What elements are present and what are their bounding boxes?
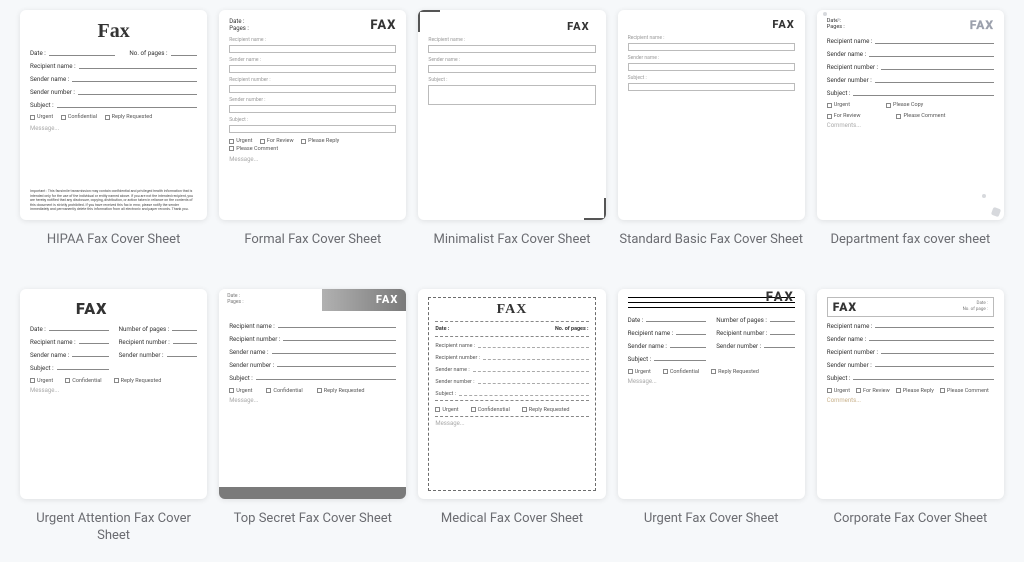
template-title: Standard Basic Fax Cover Sheet xyxy=(619,232,803,249)
template-item-urgent[interactable]: FAX Date : Recipient name : Sender name … xyxy=(618,289,805,545)
template-title: Minimalist Fax Cover Sheet xyxy=(434,232,591,249)
template-grid: Fax Date :No. of pages : Recipient name … xyxy=(20,10,1004,545)
template-preview: Date :Pages : FAX Recipient name : Sende… xyxy=(817,10,1004,220)
fax-logo: FAX xyxy=(833,300,857,314)
hipaa-disclaimer: Important : This facsimile transmission … xyxy=(30,189,197,212)
template-item-formal[interactable]: Date :Pages : FAX Recipient name : Sende… xyxy=(219,10,406,249)
template-preview: Date :Pages : FAX Recipient name : Recip… xyxy=(219,289,406,499)
template-item-top-secret[interactable]: Date :Pages : FAX Recipient name : Recip… xyxy=(219,289,406,545)
template-title: Top Secret Fax Cover Sheet xyxy=(234,511,392,528)
template-preview: Date :Pages : FAX Recipient name : Sende… xyxy=(219,10,406,220)
fax-logo: FAX xyxy=(76,299,197,318)
template-preview: FAX Recipient name : Sender name : Subje… xyxy=(618,10,805,220)
template-item-minimalist[interactable]: FAX Recipient name : Sender name : Subje… xyxy=(418,10,605,249)
template-item-department[interactable]: Date :Pages : FAX Recipient name : Sende… xyxy=(817,10,1004,249)
fax-logo: FAX xyxy=(370,18,396,33)
template-title: Formal Fax Cover Sheet xyxy=(244,232,381,249)
template-title: Medical Fax Cover Sheet xyxy=(441,511,583,528)
template-preview: FAX Date :No. of page : Recipient name :… xyxy=(817,289,1004,499)
fax-logo: FAX xyxy=(428,20,589,33)
fax-logo: FAX xyxy=(970,18,994,32)
template-preview: FAX Date : Recipient name : Sender name … xyxy=(618,289,805,499)
template-title: Department fax cover sheet xyxy=(831,232,991,249)
template-item-standard[interactable]: FAX Recipient name : Sender name : Subje… xyxy=(618,10,805,249)
template-title: Corporate Fax Cover Sheet xyxy=(834,511,988,528)
footer-bar xyxy=(219,487,406,499)
fax-logo: FAX xyxy=(435,302,588,318)
corner-decoration xyxy=(418,10,440,32)
template-item-corporate[interactable]: FAX Date :No. of page : Recipient name :… xyxy=(817,289,1004,545)
template-title: HIPAA Fax Cover Sheet xyxy=(47,232,180,249)
template-item-hipaa[interactable]: Fax Date :No. of pages : Recipient name … xyxy=(20,10,207,249)
template-preview: FAX Date :No. of pages : Recipient name … xyxy=(418,289,605,499)
template-item-urgent-attention[interactable]: FAX Date : Recipient name : Sender name … xyxy=(20,289,207,545)
fax-logo: Fax xyxy=(30,20,197,43)
fax-logo: FAX xyxy=(628,18,795,31)
fax-logo: FAX xyxy=(219,289,406,311)
template-preview: FAX Date : Recipient name : Sender name … xyxy=(20,289,207,499)
template-title: Urgent Fax Cover Sheet xyxy=(644,511,779,528)
fax-logo: FAX xyxy=(628,290,795,305)
template-title: Urgent Attention Fax Cover Sheet xyxy=(20,511,207,545)
template-item-medical[interactable]: FAX Date :No. of pages : Recipient name … xyxy=(418,289,605,545)
template-preview: Fax Date :No. of pages : Recipient name … xyxy=(20,10,207,220)
template-preview: FAX Recipient name : Sender name : Subje… xyxy=(418,10,605,220)
corner-decoration xyxy=(584,198,606,220)
